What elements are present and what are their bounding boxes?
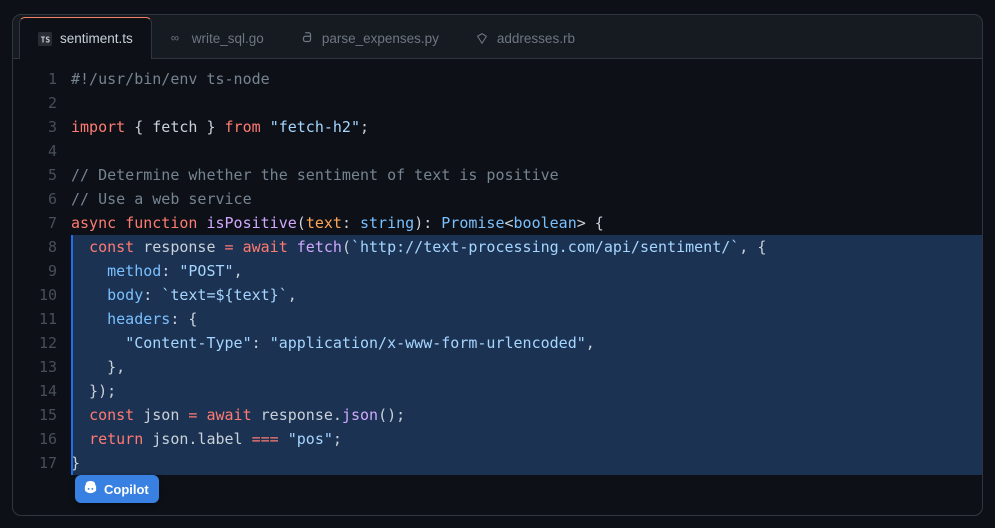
code-line[interactable] <box>71 139 982 163</box>
copilot-badge-label: Copilot <box>104 482 149 497</box>
line-number: 7 <box>13 211 57 235</box>
line-number: 17 <box>13 451 57 475</box>
code-line[interactable]: #!/usr/bin/env ts-node <box>71 67 982 91</box>
tab-parse_expenses-py[interactable]: parse_expenses.py <box>282 17 457 58</box>
code-line[interactable]: async function isPositive(text: string):… <box>71 211 982 235</box>
line-number: 3 <box>13 115 57 139</box>
svg-text:∞: ∞ <box>171 33 179 45</box>
tab-addresses-rb[interactable]: addresses.rb <box>457 17 593 58</box>
line-number: 14 <box>13 379 57 403</box>
line-number-gutter: 1234567891011121314151617 <box>13 67 71 515</box>
code-line[interactable]: // Use a web service <box>71 187 982 211</box>
tab-write_sql-go[interactable]: ∞ write_sql.go <box>152 17 282 58</box>
code-area[interactable]: #!/usr/bin/env ts-node import { fetch } f… <box>71 67 982 515</box>
code-line[interactable]: "Content-Type": "application/x-www-form-… <box>71 331 982 355</box>
line-number: 2 <box>13 91 57 115</box>
editor-frame: TS sentiment.ts ∞ write_sql.go parse_expense… <box>12 14 983 516</box>
line-number: 5 <box>13 163 57 187</box>
line-number: 13 <box>13 355 57 379</box>
line-number: 1 <box>13 67 57 91</box>
copilot-suggestion-badge[interactable]: Copilot <box>75 475 159 503</box>
line-number: 15 <box>13 403 57 427</box>
tab-label: sentiment.ts <box>60 31 133 46</box>
code-line[interactable]: return json.label === "pos"; <box>71 427 982 451</box>
code-line[interactable]: }, <box>71 355 982 379</box>
svg-text:TS: TS <box>41 35 51 44</box>
go-file-icon: ∞ <box>170 31 184 45</box>
code-line[interactable]: headers: { <box>71 307 982 331</box>
code-line[interactable]: // Determine whether the sentiment of te… <box>71 163 982 187</box>
tab-bar: TS sentiment.ts ∞ write_sql.go parse_expense… <box>13 15 982 59</box>
code-line[interactable]: method: "POST", <box>71 259 982 283</box>
code-line[interactable]: const response = await fetch(`http://tex… <box>71 235 982 259</box>
line-number: 6 <box>13 187 57 211</box>
line-number: 16 <box>13 427 57 451</box>
line-number: 10 <box>13 283 57 307</box>
line-number: 9 <box>13 259 57 283</box>
py-file-icon <box>300 31 314 45</box>
copilot-icon <box>83 480 98 498</box>
tab-label: parse_expenses.py <box>322 31 439 46</box>
code-line[interactable]: body: `text=${text}`, <box>71 283 982 307</box>
code-line[interactable]: import { fetch } from "fetch-h2"; <box>71 115 982 139</box>
line-number: 11 <box>13 307 57 331</box>
line-number: 4 <box>13 139 57 163</box>
tab-label: write_sql.go <box>192 31 264 46</box>
code-line[interactable]: const json = await response.json(); <box>71 403 982 427</box>
ts-file-icon: TS <box>38 32 52 46</box>
code-line[interactable]: } <box>71 451 982 475</box>
code-line[interactable]: }); <box>71 379 982 403</box>
code-line[interactable] <box>71 91 982 115</box>
editor-body: 1234567891011121314151617 #!/usr/bin/env… <box>13 59 982 515</box>
line-number: 8 <box>13 235 57 259</box>
tab-label: addresses.rb <box>497 31 575 46</box>
tab-sentiment-ts[interactable]: TS sentiment.ts <box>19 17 152 59</box>
line-number: 12 <box>13 331 57 355</box>
rb-file-icon <box>475 31 489 45</box>
